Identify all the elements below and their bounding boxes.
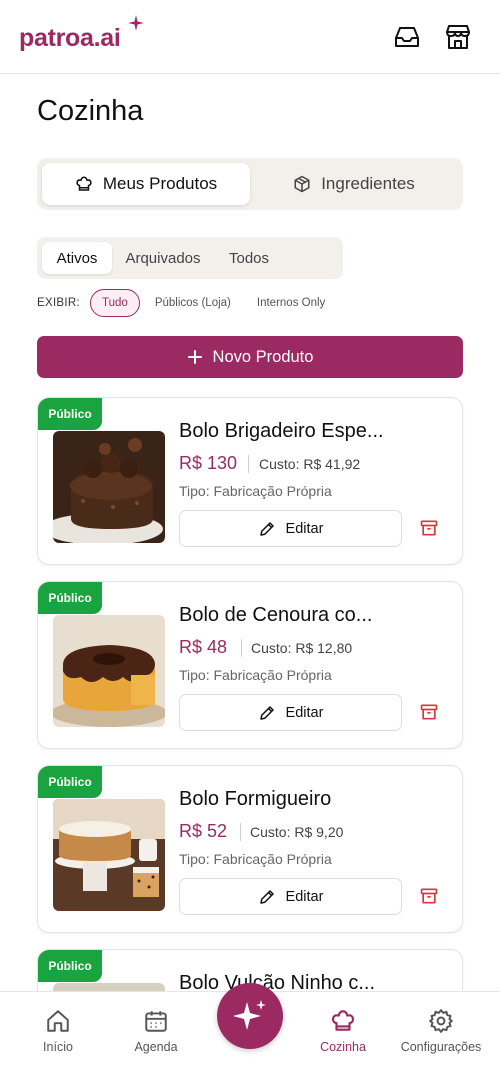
product-card[interactable]: Público Bolo Formigueiro R$ 52 Custo: R$… [37,765,463,933]
nav-cozinha[interactable]: Cozinha [298,1008,388,1054]
top-bar: patroa.ai [0,0,500,74]
calendar-icon [145,1011,167,1032]
divider [240,823,241,841]
product-type: Tipo: Fabricação Própria [179,483,332,499]
nav-inicio[interactable]: Início [13,1008,103,1054]
product-cost: Custo: R$ 12,80 [251,640,353,656]
product-name: Bolo de Cenoura co... [179,604,373,626]
nav-agenda[interactable]: Agenda [111,1008,201,1054]
product-type-segment: Meus Produtos Ingredientes [37,158,463,210]
chef-hat-icon [76,176,92,191]
chip-internos[interactable]: Internos Only [246,289,336,317]
pencil-icon [259,521,274,536]
edit-label: Editar [285,888,324,905]
archive-icon[interactable] [418,885,440,907]
chip-tudo[interactable]: Tudo [90,289,140,317]
divider [248,455,249,473]
filter-ativos[interactable]: Ativos [42,242,112,274]
gear-icon [429,1009,453,1033]
product-name: Bolo Brigadeiro Espe... [179,420,384,442]
exibir-label: EXIBIR: [37,297,81,309]
inbox-icon[interactable] [392,22,422,52]
new-product-button[interactable]: Novo Produto [37,336,463,378]
product-card[interactable]: Público Bolo de Cenoura co... R$ 48 Cust… [37,581,463,749]
sparkle-icon [233,1000,266,1030]
public-badge: Público [38,582,102,614]
nav-label: Agenda [134,1040,178,1054]
tab-ingredientes[interactable]: Ingredientes [250,163,458,205]
product-image [53,615,165,727]
tab-label: Meus Produtos [102,174,218,193]
product-image [53,431,165,543]
pencil-icon [259,889,274,904]
chef-hat-icon [331,1010,355,1031]
archive-icon[interactable] [418,701,440,723]
filter-arquivados[interactable]: Arquivados [115,242,211,274]
exibir-filter: EXIBIR: Tudo Públicos (Loja) Internos On… [37,287,340,319]
nav-configuracoes[interactable]: Configurações [396,1008,486,1054]
ai-assistant-button[interactable] [217,983,283,1049]
status-filter: Ativos Arquivados Todos [37,237,343,279]
product-cost: Custo: R$ 9,20 [250,824,344,840]
tab-meus-produtos[interactable]: Meus Produtos [42,163,250,205]
edit-button[interactable]: Editar [179,510,402,547]
tab-label: Ingredientes [321,174,415,193]
edit-button[interactable]: Editar [179,694,402,731]
plus-icon [187,350,202,364]
page-title: Cozinha [37,95,144,127]
new-product-label: Novo Produto [212,347,314,366]
home-icon [47,1010,69,1032]
edit-label: Editar [285,520,324,537]
filter-todos[interactable]: Todos [215,242,283,274]
product-name: Bolo Formigueiro [179,788,332,810]
edit-label: Editar [285,704,324,721]
nav-label: Início [43,1040,73,1054]
product-price: R$ 130 [179,453,238,473]
pencil-icon [259,705,274,720]
product-price: R$ 48 [179,637,228,657]
public-badge: Público [38,766,102,798]
product-image [53,799,165,911]
archive-icon[interactable] [418,517,440,539]
product-type: Tipo: Fabricação Própria [179,667,332,683]
box-icon [294,175,310,193]
nav-label: Cozinha [320,1040,366,1054]
product-cost: Custo: R$ 41,92 [259,456,361,472]
product-price: R$ 52 [179,821,228,841]
product-card[interactable]: Público Bolo Brigadeiro Espe... R$ 130 C… [37,397,463,565]
edit-button[interactable]: Editar [179,878,402,915]
app-logo[interactable]: patroa.ai [19,24,121,53]
product-type: Tipo: Fabricação Própria [179,851,332,867]
store-icon[interactable] [443,22,473,52]
chip-publicos[interactable]: Públicos (Loja) [144,289,242,317]
sparkle-icon [128,15,144,31]
nav-label: Configurações [400,1040,482,1054]
public-badge: Público [38,950,102,982]
divider [241,639,242,657]
public-badge: Público [38,398,102,430]
